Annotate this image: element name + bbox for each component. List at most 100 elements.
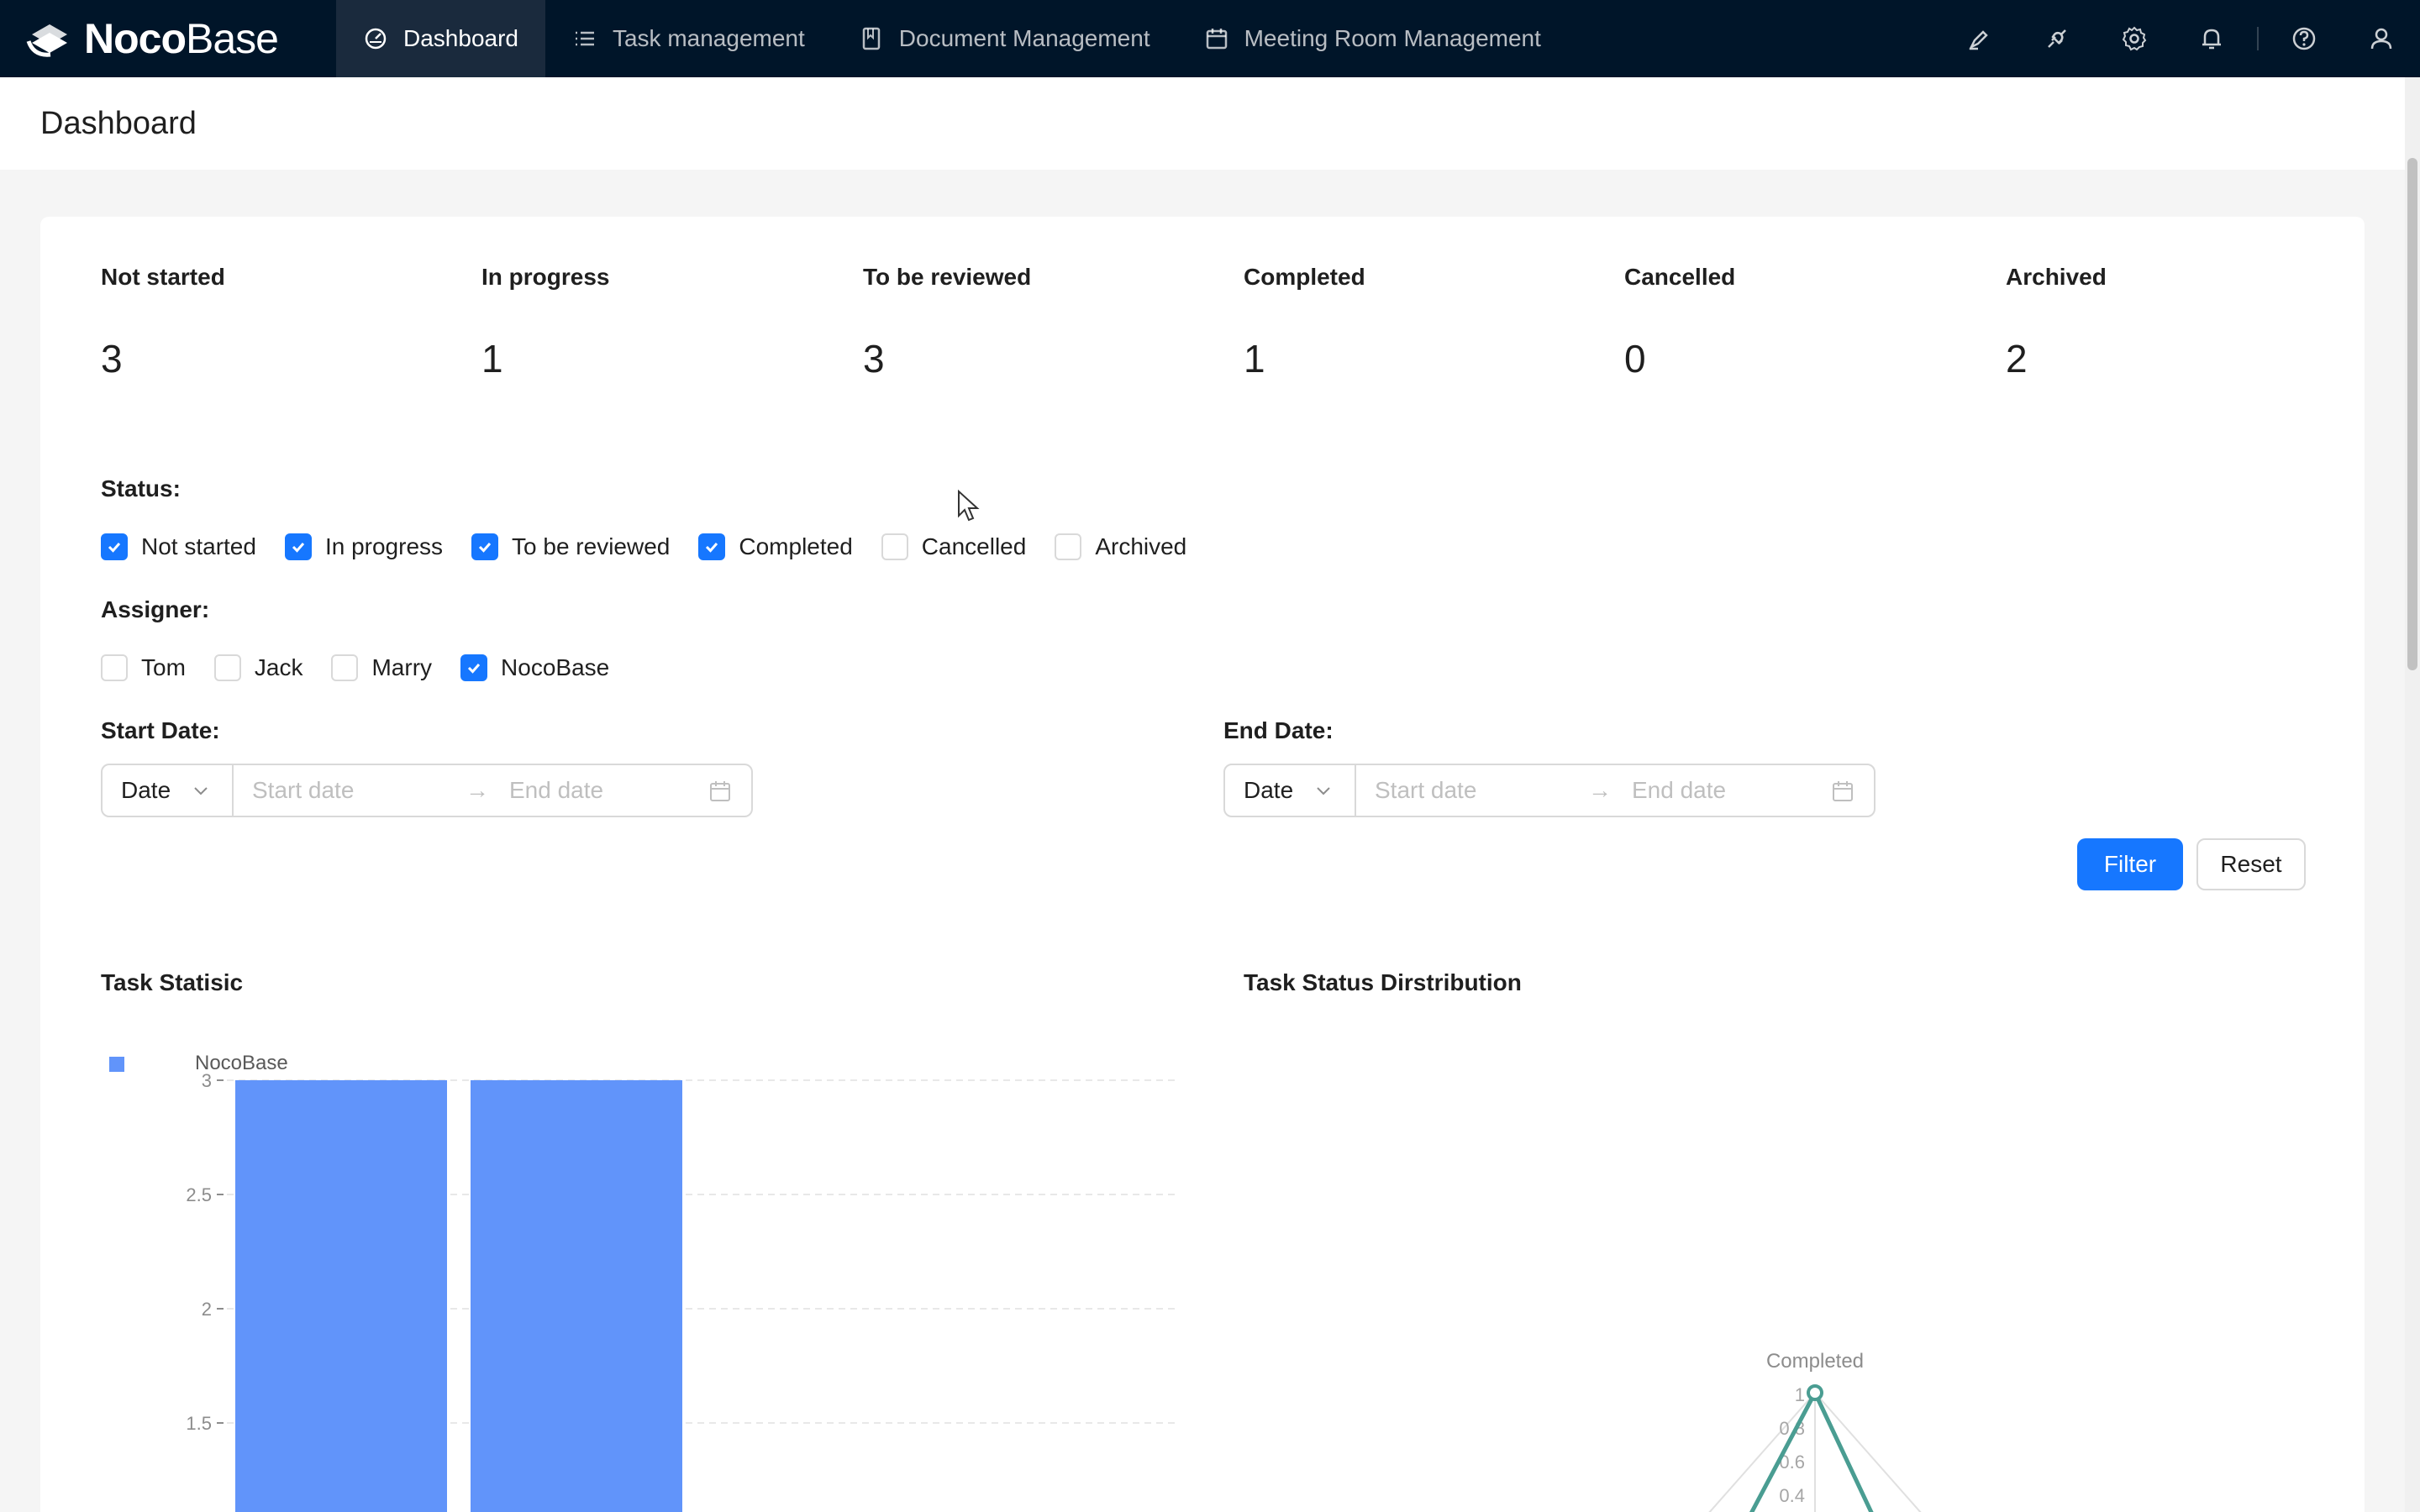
calendar-icon[interactable] (708, 779, 733, 804)
plugin-manager-button[interactable] (2018, 0, 2096, 77)
status-filter-label: Status: (101, 475, 181, 501)
picker-type-value: Date (1244, 777, 1294, 803)
checkbox-label: In progress (324, 533, 444, 559)
notifications-button[interactable] (2173, 0, 2250, 77)
checkbox-label: Cancelled (921, 533, 1027, 559)
y-tick-label: 2.5 (186, 1184, 212, 1205)
checkbox-unchecked[interactable] (101, 654, 128, 681)
stat-archived: Archived 2 (2006, 264, 2375, 381)
status-checkbox-group: Not started In progress To be reviewed C… (101, 530, 1215, 564)
checkbox-checked[interactable] (471, 533, 499, 560)
header-tools (1941, 0, 2420, 77)
radar-indicator-label: Completed (1766, 1350, 1864, 1373)
checkbox-checked[interactable] (698, 533, 726, 560)
stat-value: 1 (1244, 337, 1265, 381)
checkbox-label: Completed (739, 533, 853, 559)
nav-label: Document Management (898, 25, 1150, 51)
status-option-in-progress[interactable]: In progress (284, 533, 444, 560)
theme-editor-button[interactable] (1941, 0, 2018, 77)
stat-not-started: Not started 3 (101, 264, 471, 381)
radar-series-line (1749, 1388, 1874, 1512)
checkbox-unchecked[interactable] (213, 654, 241, 681)
assigner-option-nocobase[interactable]: NocoBase (460, 654, 609, 681)
assigner-option-tom[interactable]: Tom (101, 654, 186, 681)
settings-button[interactable] (2096, 0, 2173, 77)
nocobase-logo-icon (26, 24, 67, 57)
checkbox-checked[interactable] (460, 654, 488, 681)
highlight-icon (1969, 30, 1988, 50)
chevron-down-icon (194, 787, 208, 795)
end-date-to-input[interactable]: End date (1632, 777, 1726, 804)
range-arrow-icon: → (466, 777, 489, 803)
checkbox-checked[interactable] (101, 533, 128, 560)
filter-button[interactable]: Filter (2077, 838, 2183, 890)
radar-tick-label: 1 (1795, 1384, 1805, 1405)
bar (471, 1080, 682, 1512)
status-option-to-be-reviewed[interactable]: To be reviewed (471, 533, 670, 560)
stat-label: Completed (1244, 264, 1365, 290)
radar-data-point (1807, 1384, 1823, 1401)
radar-tick-label: 0.4 (1779, 1485, 1805, 1506)
nav-meeting-room-management[interactable]: Meeting Room Management (1177, 0, 1568, 77)
checkbox-label: NocoBase (501, 654, 610, 680)
help-button[interactable] (2265, 0, 2343, 77)
nocobase-logo[interactable]: NocoBase (0, 0, 336, 77)
stat-cancelled: Cancelled 0 (1624, 264, 1994, 381)
radar-axis (1814, 1392, 1922, 1512)
end-date-picker-type-select[interactable]: Date (1225, 765, 1356, 816)
y-tick-label: 1.5 (186, 1413, 212, 1434)
scrollbar-thumb[interactable] (2407, 158, 2417, 670)
calendar-icon[interactable] (1830, 779, 1855, 804)
start-date-from-input[interactable]: Start date (252, 777, 445, 804)
assigner-option-marry[interactable]: Marry (331, 654, 432, 681)
top-navigation-bar: NocoBase Dashboard Task management Docum… (0, 0, 2420, 77)
stat-value: 1 (481, 337, 503, 381)
checkbox-unchecked[interactable] (331, 654, 359, 681)
stat-label: To be reviewed (863, 264, 1032, 290)
user-menu-button[interactable] (2343, 0, 2420, 77)
stat-in-progress: In progress 1 (481, 264, 851, 381)
user-icon (2370, 28, 2392, 50)
page-title: Dashboard (40, 106, 197, 141)
picker-type-value: Date (121, 777, 171, 803)
range-arrow-icon: → (1588, 777, 1612, 803)
end-date-from-input[interactable]: Start date (1375, 777, 1568, 804)
checkbox-checked[interactable] (284, 533, 312, 560)
stat-label: Archived (2006, 264, 2107, 290)
status-option-completed[interactable]: Completed (698, 533, 853, 560)
nav-document-management[interactable]: Document Management (832, 0, 1177, 77)
assigner-option-jack[interactable]: Jack (213, 654, 303, 681)
dashboard-card: Not started 3 In progress 1 To be review… (40, 217, 2365, 1512)
main-nav: Dashboard Task management Document Manag… (336, 0, 1568, 77)
nav-task-management[interactable]: Task management (545, 0, 832, 77)
nav-dashboard[interactable]: Dashboard (336, 0, 545, 77)
reset-button[interactable]: Reset (2196, 838, 2306, 890)
start-date-picker-type-select[interactable]: Date (103, 765, 234, 816)
mouse-cursor-icon (958, 489, 980, 522)
status-option-archived[interactable]: Archived (1055, 533, 1186, 560)
bar (235, 1080, 447, 1512)
bell-icon (2202, 29, 2221, 50)
end-date-label: End Date: (1223, 717, 1334, 743)
checkbox-label: Marry (371, 654, 433, 680)
start-date-label: Start Date: (101, 717, 220, 743)
logo-text: NocoBase (84, 15, 279, 62)
status-option-not-started[interactable]: Not started (101, 533, 256, 560)
page-header: Dashboard (0, 77, 2405, 170)
nav-label: Task management (612, 25, 805, 51)
checkbox-unchecked[interactable] (1055, 533, 1082, 560)
task-statistic-chart-title: Task Statisic (101, 969, 244, 995)
stat-completed: Completed 1 (1244, 264, 1613, 381)
checkbox-unchecked[interactable] (881, 533, 908, 560)
start-date-range-picker: Date Start date → End date (101, 764, 753, 817)
page-scrollbar[interactable] (2405, 77, 2420, 1512)
task-status-distribution-chart-title: Task Status Dirstribution (1244, 969, 1522, 995)
nav-label: Dashboard (403, 25, 518, 51)
end-date-range-picker: Date Start date → End date (1223, 764, 1876, 817)
start-date-to-input[interactable]: End date (509, 777, 603, 804)
chevron-down-icon (1317, 787, 1330, 795)
checkbox-label: Jack (254, 654, 303, 680)
status-option-cancelled[interactable]: Cancelled (881, 533, 1027, 560)
assigner-checkbox-group: Tom Jack Marry NocoBase (101, 651, 638, 685)
task-status-radar-chart: Completed10.80.60.4 (1708, 1350, 1922, 1512)
